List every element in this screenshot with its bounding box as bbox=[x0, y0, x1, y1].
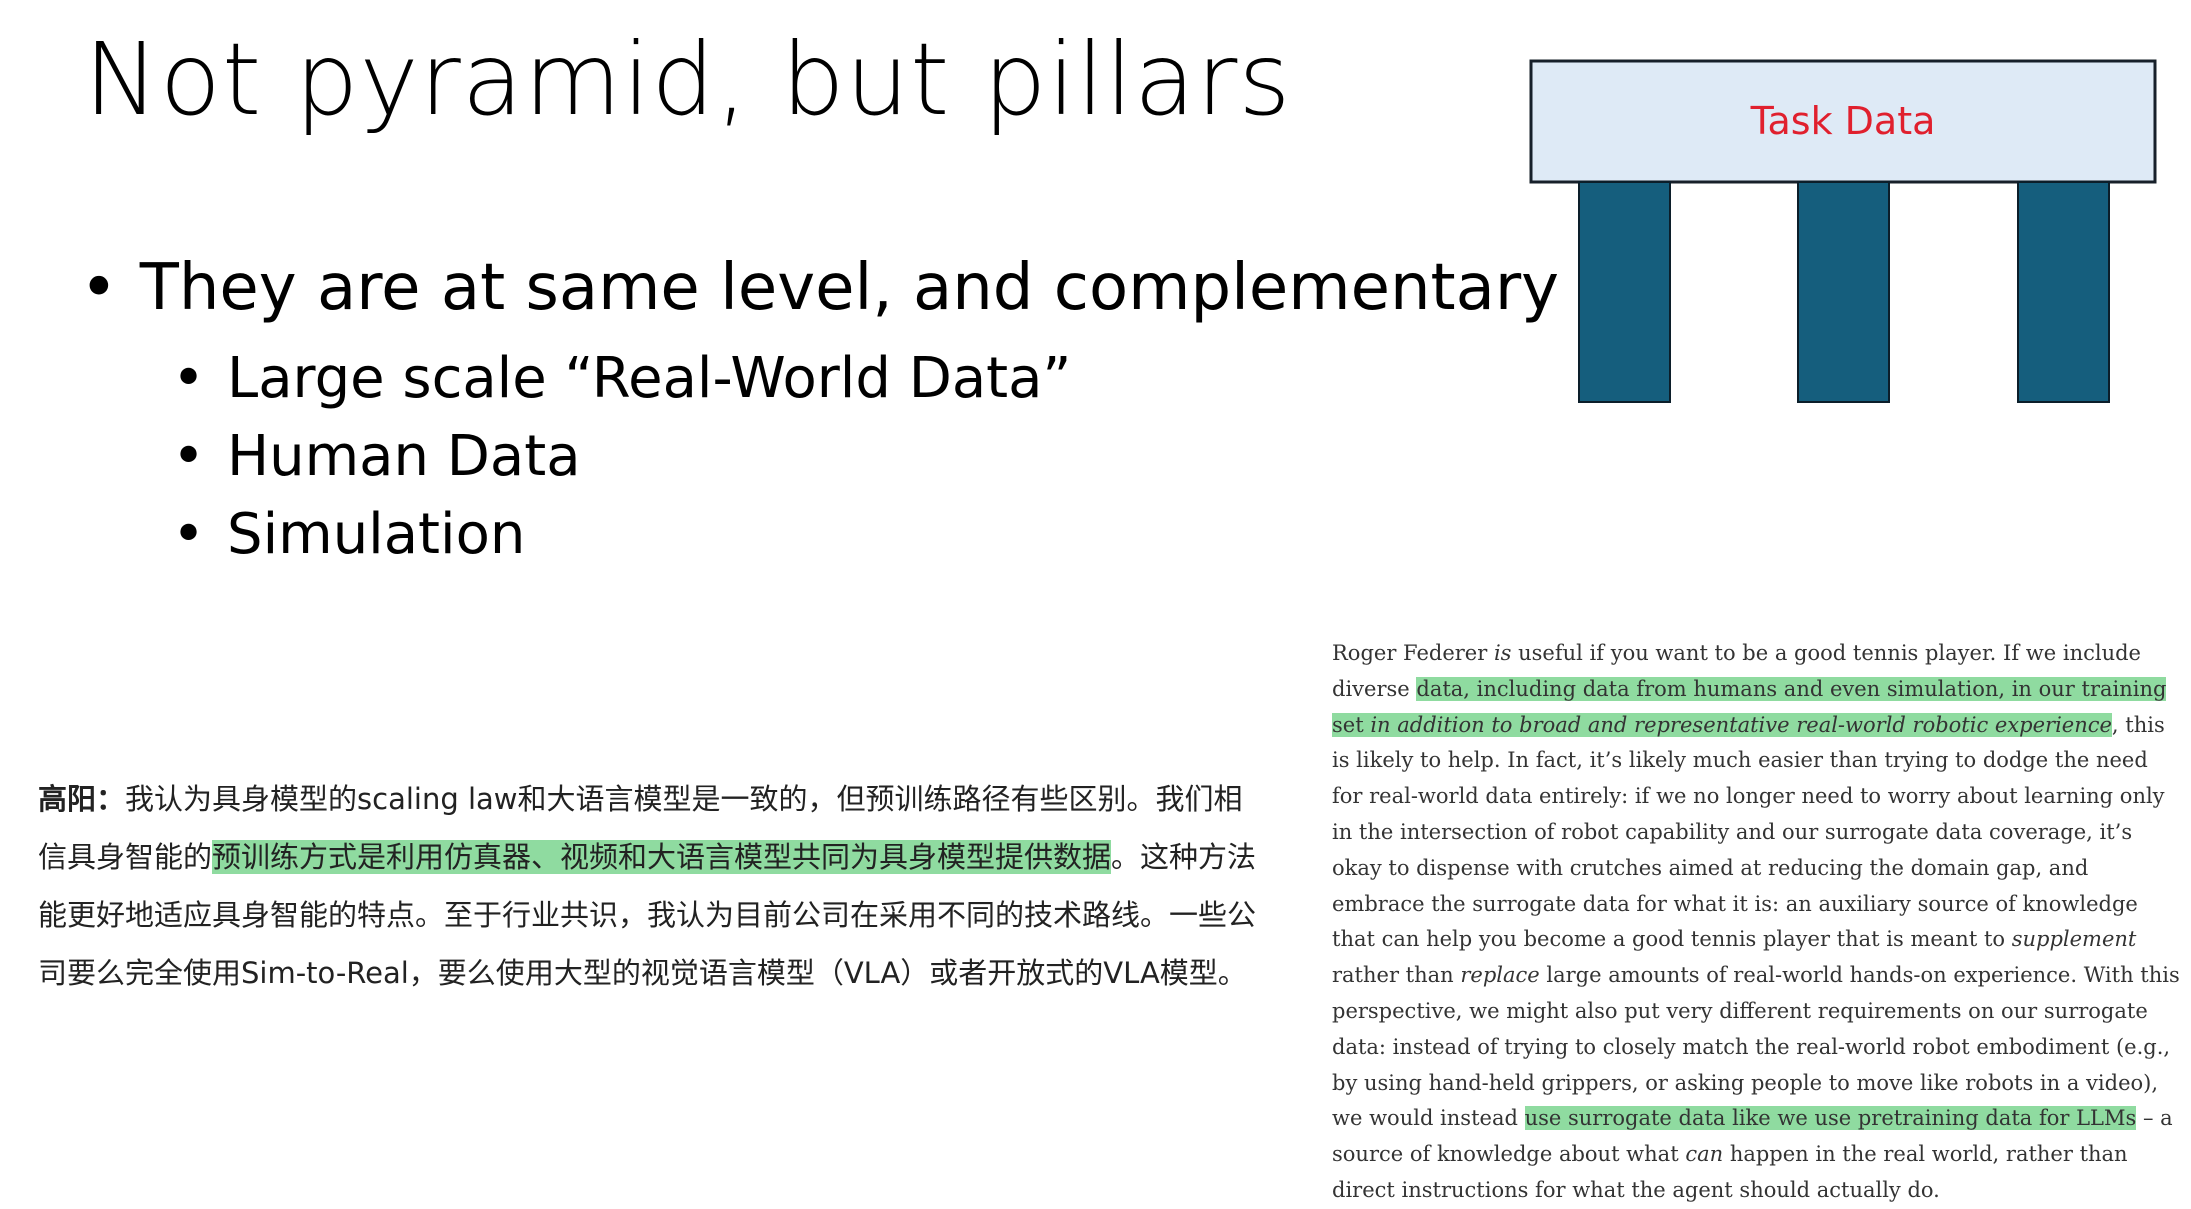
bullet-dot-icon: • bbox=[80, 251, 118, 325]
pillars-diagram: Task Data bbox=[1528, 58, 2158, 403]
excerpt-text: rather than bbox=[1332, 963, 1461, 988]
sub-bullet-text: Large scale “Real-World Data” bbox=[227, 346, 1072, 411]
sub-bullet-text: Human Data bbox=[227, 424, 581, 489]
pillars-diagram-svg: Task Data bbox=[1529, 59, 2157, 403]
pillar bbox=[2017, 181, 2110, 403]
excerpt-emphasis: replace bbox=[1460, 963, 1540, 988]
bullet-dot-icon: • bbox=[172, 424, 206, 489]
sub-bullet: • Human Data bbox=[172, 418, 1071, 496]
pillar bbox=[1578, 181, 1671, 403]
english-excerpt: Roger Federer is useful if you want to b… bbox=[1332, 636, 2182, 1209]
excerpt-emphasis: is bbox=[1493, 641, 1512, 665]
quote-highlight: 预训练方式是利用仿真器、视频和大语言模型共同为具身模型提供数据 bbox=[212, 840, 1112, 874]
sub-bullet-text: Simulation bbox=[227, 502, 526, 567]
slide-title: Not pyramid, but pillars bbox=[84, 21, 1292, 138]
bullet-dot-icon: • bbox=[172, 346, 206, 411]
main-bullet-text: They are at same level, and complementar… bbox=[139, 251, 1559, 325]
excerpt-text: , this is likely to help. In fact, it’s … bbox=[1332, 712, 2165, 952]
sub-bullet-list: • Large scale “Real-World Data” • Human Da… bbox=[172, 340, 1071, 574]
excerpt-highlight: use surrogate data like we use pretraini… bbox=[1524, 1106, 2137, 1131]
pillar bbox=[1797, 181, 1890, 403]
sub-bullet: • Simulation bbox=[172, 496, 1071, 574]
quote-speaker: 高阳： bbox=[38, 782, 126, 816]
bullet-dot-icon: • bbox=[172, 502, 206, 567]
task-data-label: Task Data bbox=[1750, 99, 1936, 143]
excerpt-highlight: data, including data from humans and eve… bbox=[1332, 676, 2167, 737]
main-bullet: • They are at same level, and complementa… bbox=[80, 250, 1559, 327]
sub-bullet: • Large scale “Real-World Data” bbox=[172, 340, 1071, 418]
excerpt-emphasis: supplement bbox=[2011, 927, 2137, 952]
excerpt-emphasis: can bbox=[1685, 1142, 1724, 1167]
chinese-quote: 高阳：我认为具身模型的scaling law和大语言模型是一致的，但预训练路径有… bbox=[38, 770, 1260, 1002]
excerpt-text: Roger Federer bbox=[1332, 641, 1494, 665]
excerpt-highlight-emphasis: in addition to broad and representative … bbox=[1370, 712, 2112, 737]
